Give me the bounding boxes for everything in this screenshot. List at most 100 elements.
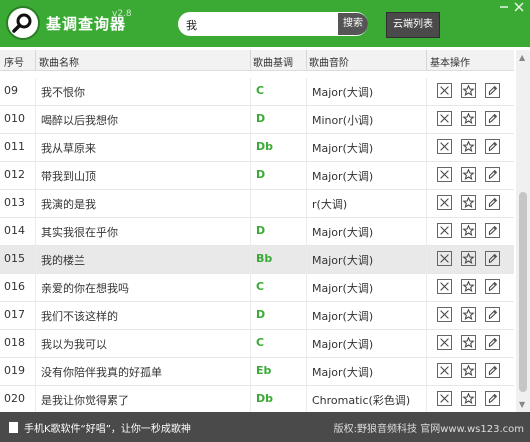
- delete-icon[interactable]: [437, 83, 452, 98]
- row-song-name: 带我到山顶: [41, 170, 96, 183]
- edit-icon[interactable]: [485, 139, 500, 154]
- row-key: D: [256, 224, 266, 237]
- row-key: D: [256, 168, 266, 181]
- row-scale: Major(大调): [312, 170, 374, 183]
- search-input[interactable]: [184, 14, 338, 36]
- star-icon[interactable]: [461, 111, 476, 126]
- star-icon[interactable]: [461, 83, 476, 98]
- row-number: 013: [4, 196, 25, 209]
- edit-icon[interactable]: [485, 83, 500, 98]
- cloud-list-button[interactable]: 云端列表: [386, 12, 440, 38]
- row-key: C: [256, 84, 265, 97]
- row-scale: Chromatic(彩色调): [312, 394, 411, 407]
- table-header: 序号 歌曲名称 歌曲基调 歌曲音阶 基本操作: [0, 50, 514, 71]
- edit-icon[interactable]: [485, 195, 500, 210]
- edit-icon[interactable]: [485, 391, 500, 406]
- table-row[interactable]: 012 带我到山顶 D Major(大调): [0, 162, 514, 190]
- row-scale: Minor(小调): [312, 114, 374, 127]
- star-icon[interactable]: [461, 139, 476, 154]
- close-icon[interactable]: [514, 2, 524, 12]
- row-scale: Major(大调): [312, 310, 374, 323]
- row-key: C: [256, 280, 265, 293]
- row-song-name: 我从草原来: [41, 142, 96, 155]
- delete-icon[interactable]: [437, 167, 452, 182]
- row-number: 014: [4, 224, 25, 237]
- delete-icon[interactable]: [437, 139, 452, 154]
- delete-icon[interactable]: [437, 251, 452, 266]
- row-number: 020: [4, 392, 25, 405]
- row-scale: Major(大调): [312, 366, 374, 379]
- table-row[interactable]: 015 我的楼兰 Bb Major(大调): [0, 246, 514, 274]
- row-song-name: 没有你陪伴我真的好孤单: [41, 366, 162, 379]
- header-song-name: 歌曲名称: [39, 58, 79, 69]
- star-icon[interactable]: [461, 167, 476, 182]
- delete-icon[interactable]: [437, 223, 452, 238]
- delete-icon[interactable]: [437, 335, 452, 350]
- table-row[interactable]: 09 我不恨你 C Major(大调): [0, 78, 514, 106]
- star-icon[interactable]: [461, 223, 476, 238]
- row-key: Bb: [256, 252, 273, 265]
- table-row[interactable]: 014 其实我很在乎你 D Major(大调): [0, 218, 514, 246]
- search-icon: [12, 13, 32, 33]
- footer-credit: 版权:野狼音频科技 官网www.ws123.com: [333, 424, 524, 435]
- scroll-down-icon[interactable]: ▼: [519, 400, 525, 409]
- edit-icon[interactable]: [485, 307, 500, 322]
- scroll-thumb[interactable]: [519, 192, 527, 392]
- row-key: Db: [256, 140, 274, 153]
- app-version: v2.8: [112, 9, 132, 19]
- row-song-name: 我的楼兰: [41, 254, 85, 267]
- window-controls: [498, 2, 526, 15]
- star-icon[interactable]: [461, 391, 476, 406]
- row-scale: Major(大调): [312, 86, 374, 99]
- star-icon[interactable]: [461, 335, 476, 350]
- search-button[interactable]: 搜索: [338, 13, 368, 35]
- row-scale: Major(大调): [312, 142, 374, 155]
- row-song-name: 我以为我可以: [41, 338, 107, 351]
- delete-icon[interactable]: [437, 307, 452, 322]
- edit-icon[interactable]: [485, 223, 500, 238]
- row-number: 012: [4, 168, 25, 181]
- edit-icon[interactable]: [485, 251, 500, 266]
- row-scale: Major(大调): [312, 282, 374, 295]
- star-icon[interactable]: [461, 279, 476, 294]
- header-scale: 歌曲音阶: [309, 58, 349, 69]
- title-bar: 基调查询器 v2.8 搜索 云端列表: [0, 0, 530, 47]
- star-icon[interactable]: [461, 307, 476, 322]
- edit-icon[interactable]: [485, 279, 500, 294]
- star-icon[interactable]: [461, 251, 476, 266]
- table-row[interactable]: 020 是我让你觉得累了 Db Chromatic(彩色调): [0, 386, 514, 414]
- row-key: C: [256, 336, 265, 349]
- edit-icon[interactable]: [485, 335, 500, 350]
- edit-icon[interactable]: [485, 111, 500, 126]
- table-row[interactable]: 019 没有你陪伴我真的好孤单 Eb Major(大调): [0, 358, 514, 386]
- star-icon[interactable]: [461, 363, 476, 378]
- edit-icon[interactable]: [485, 167, 500, 182]
- delete-icon[interactable]: [437, 391, 452, 406]
- star-icon[interactable]: [461, 195, 476, 210]
- document-icon: [9, 422, 18, 433]
- delete-icon[interactable]: [437, 279, 452, 294]
- scrollbar[interactable]: ▲ ▼: [516, 50, 530, 412]
- table-row[interactable]: 016 亲爱的你在想我吗 C Major(大调): [0, 274, 514, 302]
- delete-icon[interactable]: [437, 363, 452, 378]
- footer-promo-text[interactable]: 手机K歌软件“好唱”，让你一秒成歌神: [24, 420, 191, 435]
- row-key: Db: [256, 392, 274, 405]
- row-song-name: 是我让你觉得累了: [41, 394, 129, 407]
- row-number: 09: [4, 84, 18, 97]
- row-number: 015: [4, 252, 25, 265]
- header-actions: 基本操作: [430, 58, 470, 69]
- delete-icon[interactable]: [437, 111, 452, 126]
- delete-icon[interactable]: [437, 195, 452, 210]
- table-row[interactable]: 010 喝醉以后我想你 D Minor(小调): [0, 106, 514, 134]
- table-row[interactable]: 017 我们不该这样的 D Major(大调): [0, 302, 514, 330]
- row-song-name: 我演的是我: [41, 198, 96, 211]
- row-song-name: 我们不该这样的: [41, 310, 118, 323]
- scroll-up-icon[interactable]: ▲: [519, 53, 525, 62]
- table-row[interactable]: 018 我以为我可以 C Major(大调): [0, 330, 514, 358]
- edit-icon[interactable]: [485, 363, 500, 378]
- header-number: 序号: [4, 58, 24, 69]
- row-number: 016: [4, 280, 25, 293]
- table-row[interactable]: 013 我演的是我 r(大调): [0, 190, 514, 218]
- table-row[interactable]: 011 我从草原来 Db Major(大调): [0, 134, 514, 162]
- row-scale: Major(大调): [312, 338, 374, 351]
